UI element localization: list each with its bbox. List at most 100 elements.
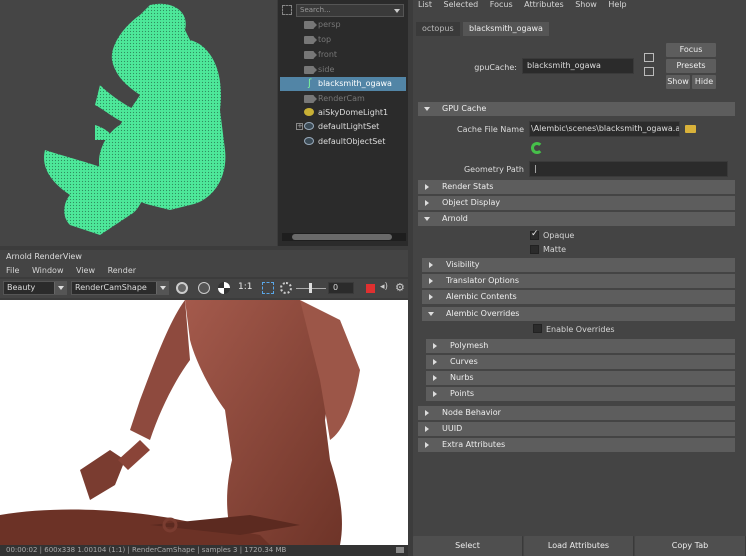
goto-output-icon[interactable]	[644, 67, 654, 76]
chevron-down-icon[interactable]	[394, 9, 400, 13]
collapse-arrow-icon	[425, 442, 429, 448]
select-mode-icon[interactable]	[282, 5, 292, 15]
presets-button[interactable]: Presets	[666, 59, 716, 73]
collapse-arrow-icon	[433, 343, 437, 349]
section-gpu-cache[interactable]: GPU Cache	[418, 102, 735, 116]
render-image	[0, 300, 408, 545]
section-visibility[interactable]: Visibility	[422, 258, 735, 272]
cache-file-field[interactable]: \Alembic\scenes\blacksmith_ogawa.abc	[529, 121, 680, 137]
node-name-label: gpuCache:	[474, 63, 517, 72]
matte-checkbox[interactable]	[530, 245, 539, 254]
section-alembic-contents[interactable]: Alembic Contents	[422, 290, 735, 304]
region-icon[interactable]	[218, 282, 230, 294]
ipr-icon[interactable]	[198, 282, 210, 294]
outliner-item-side[interactable]: side	[280, 63, 406, 77]
section-extra-attributes[interactable]: Extra Attributes	[418, 438, 735, 452]
geometry-path-label: Geometry Path	[463, 165, 524, 174]
camera-icon	[304, 36, 317, 44]
collapse-arrow-icon	[429, 294, 433, 300]
menu-file[interactable]: File	[6, 266, 19, 275]
menu-window[interactable]: Window	[32, 266, 64, 275]
camera-dropdown[interactable]: RenderCamShape	[71, 281, 169, 295]
select-button[interactable]: Select	[413, 536, 523, 556]
collapse-arrow-icon	[425, 184, 429, 190]
section-arnold[interactable]: Arnold	[418, 212, 735, 226]
renderview-menubar: File Window View Render	[0, 264, 408, 277]
outliner-item-top[interactable]: top	[280, 33, 406, 47]
render-icon[interactable]	[176, 282, 188, 294]
gear-icon[interactable]: ⚙	[395, 281, 405, 294]
outliner-hscrollbar[interactable]	[282, 233, 406, 241]
outliner-item-blacksmith-ogawa[interactable]: ʃ blacksmith_ogawa	[280, 77, 406, 91]
expand-arrow-icon	[428, 312, 434, 316]
renderview-title: Arnold RenderView	[0, 250, 408, 264]
menu-render[interactable]: Render	[108, 266, 136, 275]
opaque-checkbox[interactable]	[530, 229, 539, 240]
outliner-item-default-light-set[interactable]: + defaultLightSet	[280, 120, 406, 134]
menu-selected[interactable]: Selected	[444, 0, 479, 9]
outliner-item-front[interactable]: front	[280, 48, 406, 62]
snapshot-icon[interactable]	[396, 547, 404, 553]
menu-show[interactable]: Show	[575, 0, 597, 9]
menu-attributes[interactable]: Attributes	[524, 0, 564, 9]
section-translator-options[interactable]: Translator Options	[422, 274, 735, 288]
stop-icon[interactable]	[366, 284, 375, 293]
camera-icon	[304, 51, 317, 59]
collapse-arrow-icon	[425, 426, 429, 432]
aov-dropdown[interactable]: Beauty	[3, 281, 67, 295]
exposure-slider-handle[interactable]	[309, 283, 312, 293]
folder-icon[interactable]	[685, 125, 696, 133]
load-attributes-button[interactable]: Load Attributes	[524, 536, 634, 556]
show-button[interactable]: Show	[666, 75, 690, 89]
section-object-display[interactable]: Object Display	[418, 196, 735, 210]
rendered-blacksmith-figure	[0, 300, 360, 545]
section-points[interactable]: Points	[426, 387, 735, 401]
outliner-item-rendercam[interactable]: RenderCam	[280, 92, 406, 106]
outliner-panel: Search... persp top front side ʃ blacksmi…	[278, 0, 408, 246]
focus-button[interactable]: Focus	[666, 43, 716, 57]
zoom-1to1-button[interactable]: 1:1	[238, 282, 252, 292]
cache-file-label: Cache File Name	[457, 125, 524, 134]
hide-button[interactable]: Hide	[692, 75, 716, 89]
node-name-field[interactable]: blacksmith_ogawa	[522, 58, 634, 74]
refresh-icon[interactable]	[280, 282, 292, 294]
tab-octopus[interactable]: octopus	[416, 22, 460, 36]
section-nurbs[interactable]: Nurbs	[426, 371, 735, 385]
section-render-stats[interactable]: Render Stats	[418, 180, 735, 194]
tab-blacksmith-ogawa[interactable]: blacksmith_ogawa	[463, 22, 549, 36]
section-node-behavior[interactable]: Node Behavior	[418, 406, 735, 420]
enable-overrides-label: Enable Overrides	[546, 325, 615, 334]
section-uuid[interactable]: UUID	[418, 422, 735, 436]
menu-list[interactable]: List	[418, 0, 432, 9]
collapse-arrow-icon	[433, 359, 437, 365]
sound-icon[interactable]: ◂)	[380, 282, 388, 292]
exposure-field[interactable]: 0	[328, 282, 354, 294]
outliner-item-default-object-set[interactable]: defaultObjectSet	[280, 135, 406, 149]
renderview-status-bar: 00:00:02 | 600x338 1.00104 (1:1) | Rende…	[0, 545, 408, 556]
menu-view[interactable]: View	[76, 266, 95, 275]
collapse-arrow-icon	[433, 391, 437, 397]
chevron-down-icon	[156, 282, 168, 294]
geometry-path-field[interactable]: |	[529, 161, 728, 177]
viewport-panel[interactable]	[0, 0, 277, 246]
section-polymesh[interactable]: Polymesh	[426, 339, 735, 353]
opaque-label: Opaque	[543, 231, 575, 240]
menu-focus[interactable]: Focus	[490, 0, 513, 9]
blacksmith-point-cloud	[44, 3, 226, 235]
collapse-arrow-icon	[425, 410, 429, 416]
outliner-item-persp[interactable]: persp	[280, 18, 406, 32]
light-icon	[304, 108, 314, 116]
reload-icon[interactable]	[531, 142, 543, 154]
menu-help[interactable]: Help	[608, 0, 626, 9]
goto-input-icon[interactable]	[644, 53, 654, 62]
crop-region-icon[interactable]	[262, 282, 274, 294]
expand-icon[interactable]: +	[296, 123, 303, 130]
scrollbar-thumb[interactable]	[292, 234, 392, 240]
section-alembic-overrides[interactable]: Alembic Overrides	[422, 307, 735, 321]
enable-overrides-checkbox[interactable]	[533, 324, 542, 333]
copy-tab-button[interactable]: Copy Tab	[635, 536, 746, 556]
outliner-search-input[interactable]: Search...	[296, 4, 404, 17]
set-icon	[304, 122, 314, 130]
section-curves[interactable]: Curves	[426, 355, 735, 369]
outliner-item-skydome[interactable]: aiSkyDomeLight1	[280, 106, 406, 120]
